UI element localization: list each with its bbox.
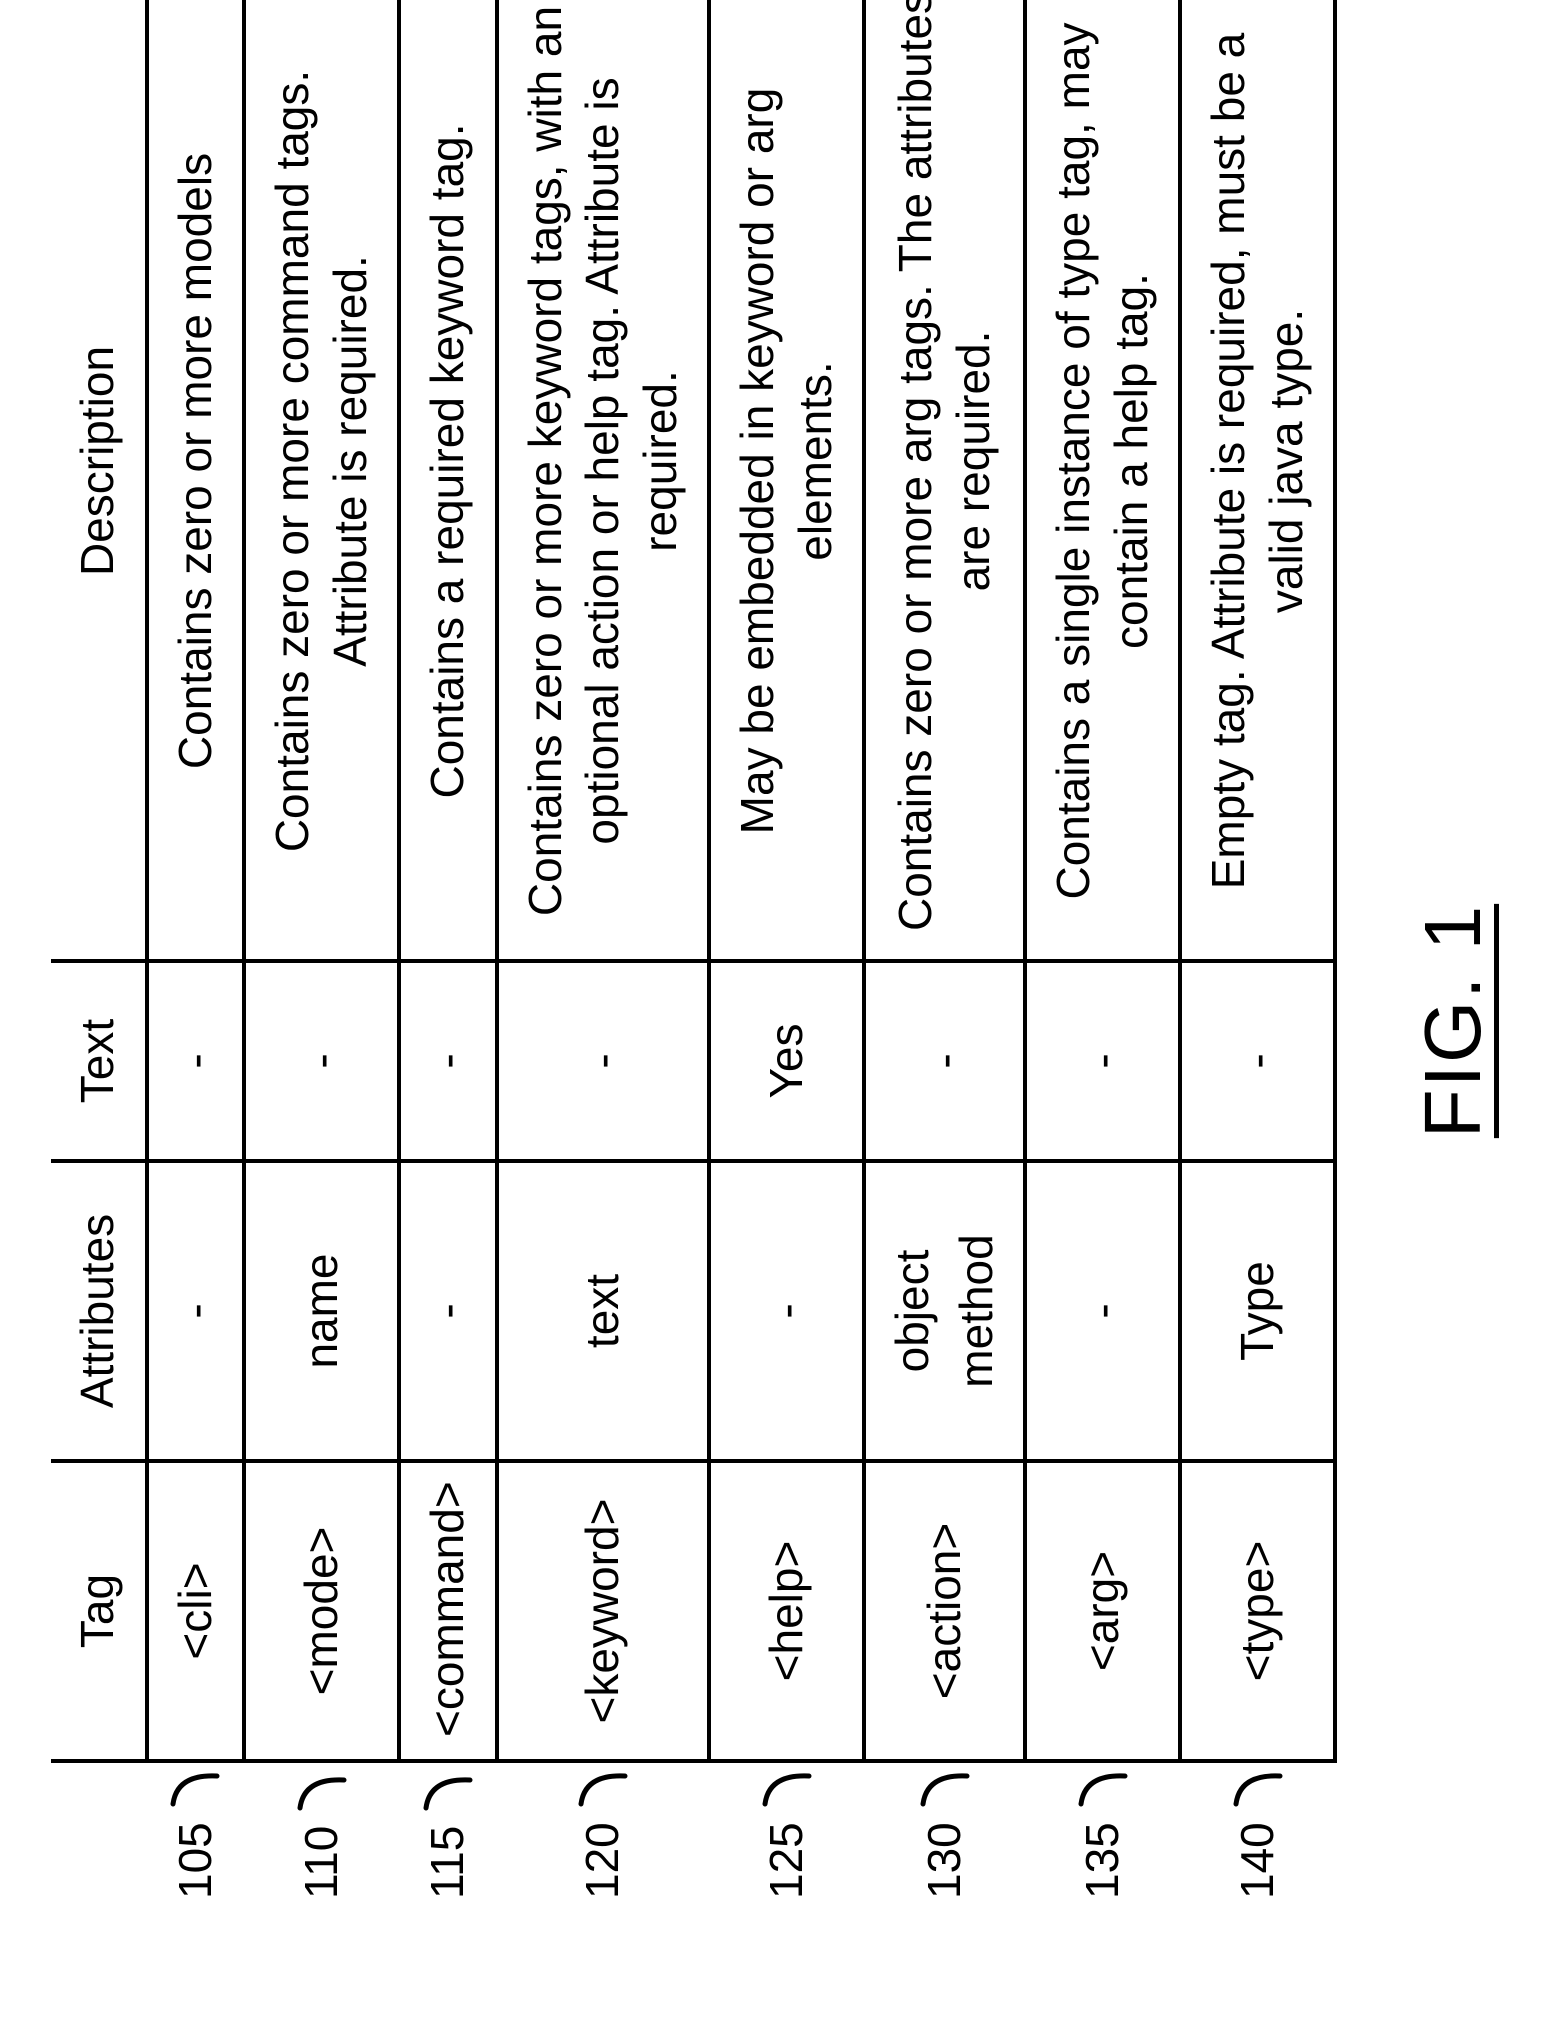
leader-arc-icon (165, 1752, 225, 1812)
leader-arc-icon (1227, 1752, 1287, 1812)
leader-arc-icon (417, 1756, 477, 1816)
table-row: 120 <keyword>text-Contains zero or more … (496, 0, 709, 1921)
row-ref-number: 115 (419, 1826, 477, 1899)
figure-1-block: Tag Attributes Text Description 105 <cli… (51, 121, 1499, 1921)
leader-arc-icon (572, 1752, 632, 1812)
cell-tag: <mode> (244, 1461, 399, 1761)
cell-description: Contains a required keyword tag. (399, 0, 497, 961)
cell-tag: <cli> (146, 1461, 244, 1761)
cell-text: Yes (709, 961, 864, 1161)
col-header-tag: Tag (51, 1461, 147, 1761)
cell-description: Contains zero or more command tags. Attr… (244, 0, 399, 961)
cell-tag: <command> (399, 1461, 497, 1761)
cell-description: Contains a single instance of type tag, … (1025, 0, 1180, 961)
cell-description: Empty tag. Attribute is required, must b… (1180, 0, 1335, 961)
cell-tag: <help> (709, 1461, 864, 1761)
cell-attributes: text (496, 1161, 709, 1461)
row-ref: 105 (146, 1761, 244, 1921)
leader-arc-icon (914, 1752, 974, 1812)
cell-attributes: Type (1180, 1161, 1335, 1461)
cell-attributes: objectmethod (864, 1161, 1025, 1461)
col-header-attributes: Attributes (51, 1161, 147, 1461)
cell-attributes: name (244, 1161, 399, 1461)
cell-attributes-line: object (884, 1250, 942, 1373)
cell-tag: <arg> (1025, 1461, 1180, 1761)
cell-attributes: - (146, 1161, 244, 1461)
row-ref-number: 140 (1228, 1822, 1286, 1899)
row-ref: 140 (1180, 1761, 1335, 1921)
row-ref: 110 (244, 1761, 399, 1921)
table-row: 135 <arg>--Contains a single instance of… (1025, 0, 1180, 1921)
row-ref-number: 120 (574, 1822, 632, 1899)
table-row: 110 <mode>name-Contains zero or more com… (244, 0, 399, 1921)
row-ref-number: 125 (757, 1822, 815, 1899)
row-ref-number: 105 (166, 1822, 224, 1899)
row-ref-number: 135 (1073, 1822, 1131, 1899)
leader-arc-icon (291, 1756, 351, 1816)
cell-description: Contains zero or more keyword tags, with… (496, 0, 709, 961)
table-body: 105 <cli>--Contains zero or more models1… (146, 0, 1335, 1921)
cell-attributes: - (399, 1161, 497, 1461)
table-row: 130 <action>objectmethod-Contains zero o… (864, 0, 1025, 1921)
cell-attributes: - (1025, 1161, 1180, 1461)
table-header-row: Tag Attributes Text Description (51, 0, 147, 1921)
leader-arc-icon (756, 1752, 816, 1812)
row-ref: 120 (496, 1761, 709, 1921)
cell-text: - (864, 961, 1025, 1161)
row-ref-number: 130 (915, 1822, 973, 1899)
cell-text: - (496, 961, 709, 1161)
col-header-text: Text (51, 961, 147, 1161)
cell-description: Contains zero or more models (146, 0, 244, 961)
cell-text: - (399, 961, 497, 1161)
cell-tag: <type> (1180, 1461, 1335, 1761)
cell-description: Contains zero or more arg tags. The attr… (864, 0, 1025, 961)
cell-tag: <action> (864, 1461, 1025, 1761)
row-ref: 115 (399, 1761, 497, 1921)
cell-text: - (1025, 961, 1180, 1161)
cell-description: May be embedded in keyword or arg elemen… (709, 0, 864, 961)
table-row: 140 <type>Type-Empty tag. Attribute is r… (1180, 0, 1335, 1921)
col-header-description: Description (51, 0, 147, 961)
row-ref: 125 (709, 1761, 864, 1921)
cell-text: - (1180, 961, 1335, 1161)
table-row: 125 <help>-YesMay be embedded in keyword… (709, 0, 864, 1921)
cell-attributes: - (709, 1161, 864, 1461)
leader-arc-icon (1072, 1752, 1132, 1812)
tag-table: Tag Attributes Text Description 105 <cli… (51, 0, 1337, 1921)
table-row: 105 <cli>--Contains zero or more models (146, 0, 244, 1921)
cell-tag: <keyword> (496, 1461, 709, 1761)
cell-text: - (146, 961, 244, 1161)
table-row: 115 <command>--Contains a required keywo… (399, 0, 497, 1921)
figure-caption: FIG. 1 (1407, 121, 1499, 1921)
row-ref-number: 110 (292, 1826, 350, 1899)
cell-attributes-line: method (947, 1234, 1005, 1387)
row-ref: 130 (864, 1761, 1025, 1921)
cell-text: - (244, 961, 399, 1161)
row-ref: 135 (1025, 1761, 1180, 1921)
